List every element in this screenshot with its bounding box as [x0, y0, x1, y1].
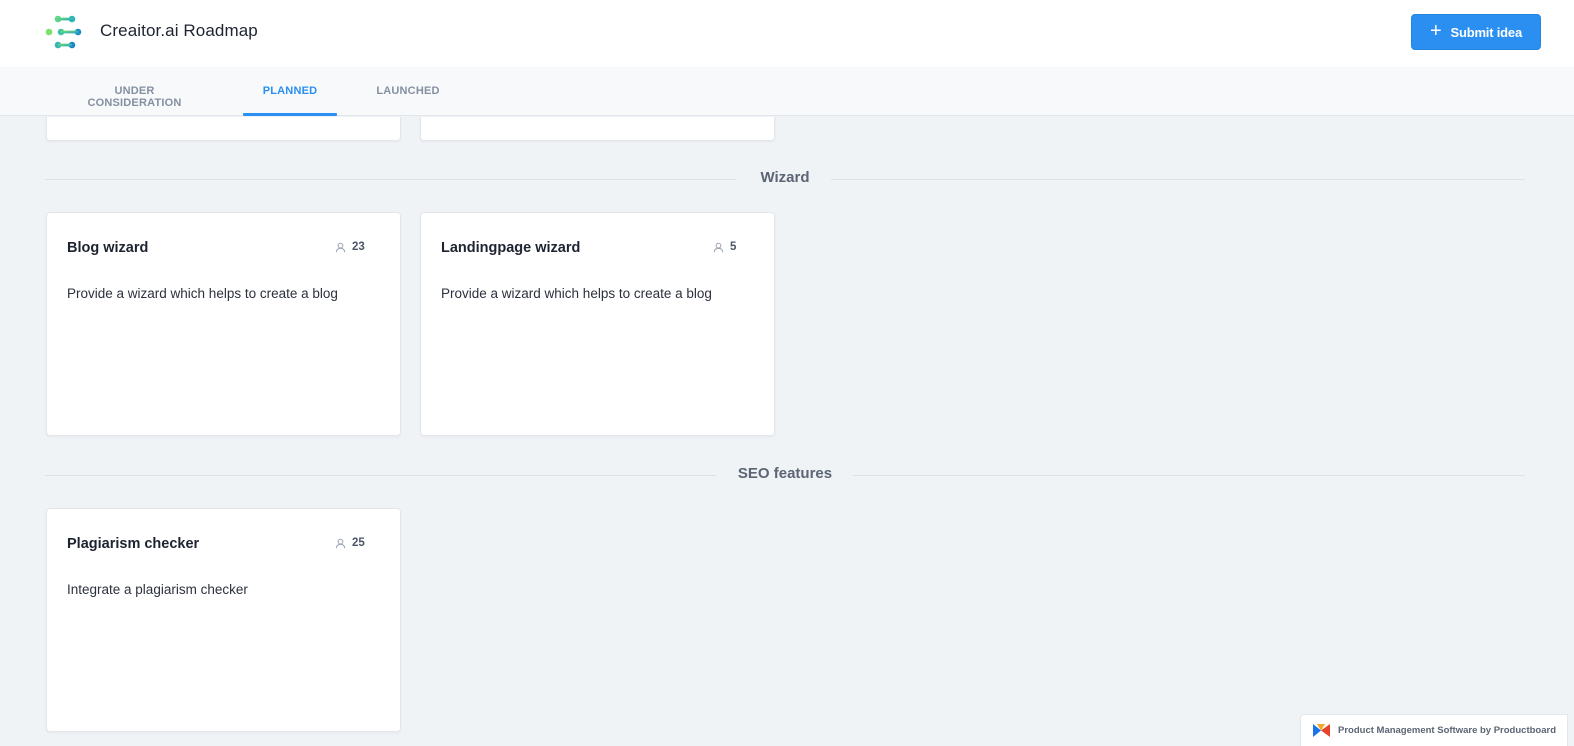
submit-idea-button[interactable]: + Submit idea — [1411, 14, 1541, 50]
section-header-wizard: Wizard — [45, 169, 1525, 189]
vote-count: 25 — [335, 537, 365, 549]
app-title: Creaitor.ai Roadmap — [100, 21, 258, 40]
creaitor-logo-icon[interactable] — [45, 15, 83, 49]
card-title: Plagiarism checker — [67, 536, 200, 552]
card-title: Blog wizard — [67, 240, 149, 256]
top-bar: Creaitor.ai Roadmap + Submit idea — [0, 0, 1574, 67]
vote-count-value: 25 — [352, 537, 365, 549]
tab-label: UNDER CONSIDERATION — [87, 85, 182, 109]
submit-idea-label: Submit idea — [1450, 24, 1523, 40]
tab-bar: UNDER CONSIDERATION PLANNED LAUNCHED — [0, 67, 1574, 116]
idea-card[interactable]: Landingpage wizard 5 Provide a wizard wh… — [420, 212, 775, 436]
idea-card[interactable]: Blog wizard 23 Provide a wizard which he… — [46, 212, 401, 436]
tab-launched[interactable]: LAUNCHED — [376, 67, 440, 116]
plus-icon: + — [1430, 20, 1442, 42]
user-icon — [335, 242, 346, 252]
roadmap-content[interactable]: Wizard Blog wizard 23 Provide a wizard w… — [0, 117, 1574, 746]
section-header-seo-features: SEO features — [45, 465, 1525, 485]
tab-under-consideration[interactable]: UNDER CONSIDERATION — [66, 67, 203, 116]
tab-label: PLANNED — [262, 85, 318, 97]
vote-count-value: 23 — [352, 241, 365, 253]
card-description: Provide a wizard which helps to create a… — [441, 286, 712, 301]
productboard-badge-link[interactable]: Product Management Software by Productbo… — [1300, 714, 1568, 746]
tab-planned[interactable]: PLANNED — [243, 67, 337, 116]
vote-count: 23 — [335, 241, 365, 253]
card-description: Integrate a plagiarism checker — [67, 582, 248, 597]
section-title: Wizard — [760, 169, 810, 186]
vote-count-value: 5 — [730, 241, 737, 253]
idea-card-partial[interactable] — [46, 117, 401, 141]
badge-text: Product Management Software by Productbo… — [1338, 725, 1556, 736]
idea-card-partial[interactable] — [420, 117, 775, 141]
divider — [831, 179, 1525, 180]
card-description: Provide a wizard which helps to create a… — [67, 286, 338, 301]
divider — [853, 475, 1525, 476]
section-title: SEO features — [737, 465, 833, 482]
vote-count: 5 — [713, 241, 736, 253]
productboard-logo-icon — [1313, 724, 1330, 737]
tab-label: LAUNCHED — [376, 85, 440, 97]
user-icon — [335, 538, 346, 548]
card-title: Landingpage wizard — [441, 240, 581, 256]
idea-card[interactable]: Plagiarism checker 25 Integrate a plagia… — [46, 508, 401, 732]
user-icon — [713, 242, 724, 252]
